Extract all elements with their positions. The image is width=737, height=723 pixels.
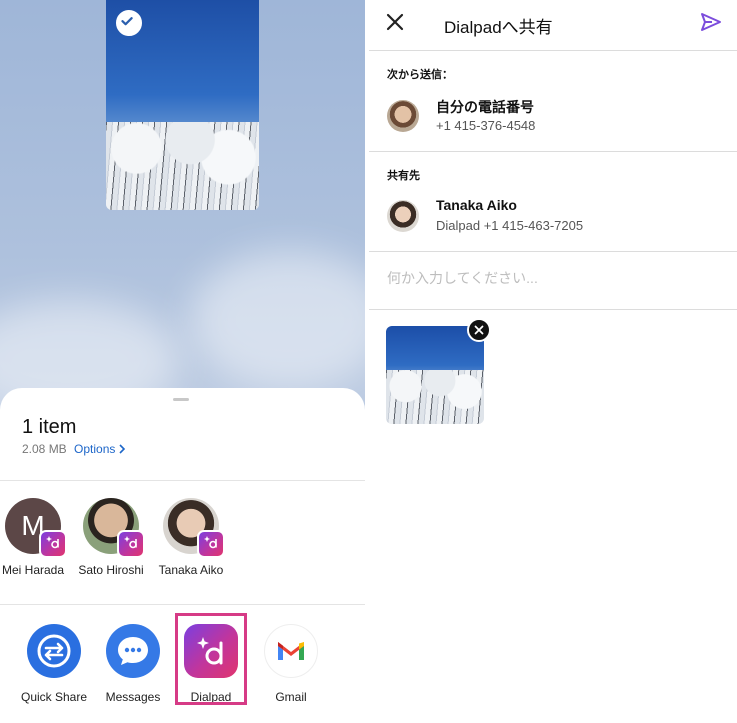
file-size: 2.08 MB — [22, 442, 67, 456]
app-bar: Dialpadへ共有 — [369, 0, 737, 50]
app-label: Quick Share — [20, 690, 88, 704]
divider — [369, 251, 737, 252]
from-name: 自分の電話番号 — [436, 99, 534, 115]
quick-share-icon — [27, 624, 81, 678]
from-row: 自分の電話番号 +1 415-376-4548 — [387, 99, 727, 136]
dialpad-badge-icon — [39, 530, 67, 558]
dialpad-badge-icon — [197, 530, 225, 558]
options-link[interactable]: Options — [74, 442, 126, 456]
messages-icon — [106, 624, 160, 678]
share-bottom-sheet: 1 item 2.08 MB Options M Mei Harada Sato… — [0, 388, 365, 723]
gmail-icon — [264, 624, 318, 678]
snowy-trees-photo — [386, 326, 484, 424]
app-label: Messages — [105, 690, 161, 704]
close-button[interactable] — [383, 10, 407, 34]
contact-sato-hiroshi[interactable]: Sato Hiroshi — [70, 498, 152, 577]
page-title: Dialpadへ共有 — [444, 18, 553, 37]
from-section-label: 次から送信： — [387, 69, 453, 81]
app-quick-share[interactable]: Quick Share — [16, 624, 92, 704]
send-button[interactable] — [699, 10, 723, 34]
avatar: M — [5, 498, 67, 558]
contact-tanaka-aiko[interactable]: Tanaka Aiko — [150, 498, 232, 577]
avatar — [163, 498, 225, 558]
divider — [369, 309, 737, 310]
remove-attachment-button[interactable] — [467, 318, 491, 342]
divider — [369, 151, 737, 152]
app-label: Gmail — [275, 690, 307, 704]
recipient-number: Dialpad +1 415-463-7205 — [436, 218, 584, 233]
options-label: Options — [74, 442, 116, 456]
share-sheet-screen: 1 item 2.08 MB Options M Mei Harada Sato… — [0, 0, 365, 723]
divider — [0, 604, 365, 605]
dialpad-share-screen: Dialpadへ共有 次から送信： 自分の電話番号 +1 415-376-454… — [369, 0, 737, 723]
chevron-right-icon — [119, 444, 126, 454]
item-meta: 2.08 MB Options — [22, 442, 126, 456]
from-number: +1 415-376-4548 — [436, 118, 536, 133]
contact-name: Sato Hiroshi — [78, 563, 144, 577]
recipient-row: Tanaka Aiko Dialpad +1 415-463-7205 — [387, 197, 727, 236]
attachment-thumbnail[interactable] — [386, 326, 484, 424]
selected-check-icon[interactable] — [116, 10, 142, 36]
app-gmail[interactable]: Gmail — [253, 624, 329, 704]
message-input[interactable] — [387, 270, 717, 286]
selected-app-highlight — [175, 613, 247, 705]
avatar — [387, 100, 419, 132]
item-count: 1 item — [22, 416, 77, 438]
app-messages[interactable]: Messages — [95, 624, 171, 704]
contact-mei-harada[interactable]: M Mei Harada — [0, 498, 74, 577]
avatar — [83, 498, 145, 558]
sheet-drag-handle[interactable] — [173, 398, 189, 401]
background-cloud — [190, 250, 365, 390]
dialpad-badge-icon — [117, 530, 145, 558]
shared-photo-preview[interactable] — [106, 0, 259, 210]
send-icon — [701, 13, 721, 31]
contact-name: Tanaka Aiko — [158, 563, 224, 577]
divider — [369, 50, 737, 51]
avatar — [387, 200, 419, 232]
close-icon — [474, 325, 484, 335]
divider — [0, 480, 365, 481]
recipient-name: Tanaka Aiko — [436, 197, 517, 213]
to-section-label: 共有先 — [387, 170, 420, 182]
close-icon — [386, 13, 404, 31]
contact-name: Mei Harada — [1, 563, 65, 577]
